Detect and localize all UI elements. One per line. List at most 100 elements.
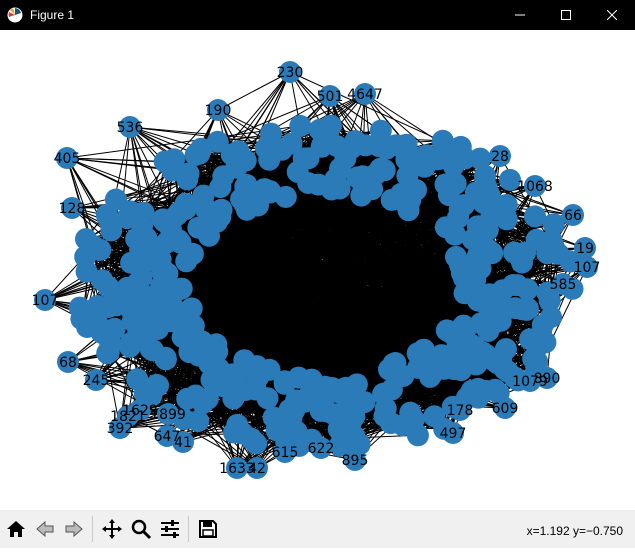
graph-node (374, 405, 396, 427)
zoom-button[interactable] (127, 515, 155, 543)
graph-node (96, 342, 118, 364)
graph-node (80, 314, 102, 336)
graph-node (147, 375, 169, 397)
node-label: 66 (564, 208, 582, 224)
pan-button[interactable] (98, 515, 126, 543)
graph-node (392, 136, 414, 158)
graph-node (222, 388, 244, 410)
graph-node (336, 432, 358, 454)
graph-node (262, 138, 284, 160)
graph-node (163, 148, 185, 170)
node-label: 895 (342, 453, 369, 469)
graph-node (369, 158, 391, 180)
graph-node (156, 302, 178, 324)
home-button[interactable] (2, 515, 30, 543)
graph-node (130, 208, 152, 230)
graph-node (298, 147, 320, 169)
graph-node (289, 115, 311, 137)
graph-node (259, 182, 281, 204)
graph-node (183, 315, 205, 337)
node-label: 1068 (517, 179, 553, 195)
graph-node (199, 353, 221, 375)
graph-node (126, 368, 148, 390)
graph-node (170, 232, 192, 254)
graph-node (314, 376, 336, 398)
node-label: 128 (59, 201, 86, 217)
graph-node (340, 137, 362, 159)
maximize-icon (561, 10, 571, 20)
node-label: 107 (32, 293, 59, 309)
matplotlib-logo-icon (7, 7, 23, 23)
toolbar-separator (188, 516, 189, 542)
graph-node (473, 292, 495, 314)
node-label: 230 (277, 65, 304, 81)
back-icon (34, 518, 56, 540)
back-button[interactable] (31, 515, 59, 543)
toolbar-separator (92, 516, 93, 542)
graph-node (534, 331, 556, 353)
graph-node (245, 379, 267, 401)
graph-node (87, 295, 109, 317)
node-label: 622 (308, 441, 335, 457)
graph-node (517, 298, 539, 320)
graph-node (129, 239, 151, 261)
graph-node (540, 306, 562, 328)
minimize-icon (515, 10, 525, 20)
graph-node (175, 250, 197, 272)
close-button[interactable] (589, 0, 635, 30)
graph-node (185, 385, 207, 407)
graph-node (309, 119, 331, 141)
node-label: 501 (317, 89, 344, 105)
graph-node (245, 433, 267, 455)
node-label: 4647 (347, 87, 383, 103)
home-icon (5, 518, 27, 540)
graph-node (221, 143, 243, 165)
figure-canvas[interactable]: 2305014647536405190128107682453926474116… (0, 30, 635, 510)
graph-node (422, 358, 444, 380)
graph-node (156, 263, 178, 285)
node-label: 68 (59, 355, 77, 371)
graph-node (297, 172, 319, 194)
graph-node (413, 339, 435, 361)
graph-node (465, 182, 487, 204)
node-label: 1629 (122, 403, 158, 419)
graph-node (516, 278, 538, 300)
node-label: 42 (248, 461, 266, 477)
title-bar: Figure 1 (0, 0, 635, 30)
node-label: 615 (272, 445, 299, 461)
graph-node (337, 402, 359, 424)
graph-node (119, 336, 141, 358)
graph-node (454, 147, 476, 169)
graph-node (142, 339, 164, 361)
graph-node (372, 383, 394, 405)
node-label: 536 (117, 120, 144, 136)
node-label: 178 (447, 403, 474, 419)
forward-icon (63, 518, 85, 540)
graph-node (283, 399, 305, 421)
node-label: 245 (83, 373, 110, 389)
node-label: 41 (174, 435, 192, 451)
graph-node (198, 225, 220, 247)
window-title: Figure 1 (30, 8, 74, 22)
minimize-button[interactable] (497, 0, 543, 30)
node-label: 890 (534, 371, 561, 387)
node-label: 28 (491, 149, 509, 165)
graph-node (457, 339, 479, 361)
node-label: 497 (440, 426, 467, 442)
configure-icon (159, 518, 181, 540)
graph-node (414, 156, 436, 178)
graph-node (453, 267, 475, 289)
save-button[interactable] (194, 515, 222, 543)
maximize-button[interactable] (543, 0, 589, 30)
configure-subplots-button[interactable] (156, 515, 184, 543)
graph-node (444, 224, 466, 246)
graph-node (541, 230, 563, 252)
graph-node (350, 185, 372, 207)
graph-node (467, 215, 489, 237)
graph-node (288, 367, 310, 389)
graph-node (477, 239, 499, 261)
save-icon (197, 518, 219, 540)
graph-node (223, 422, 245, 444)
forward-button[interactable] (60, 515, 88, 543)
graph-node (435, 173, 457, 195)
